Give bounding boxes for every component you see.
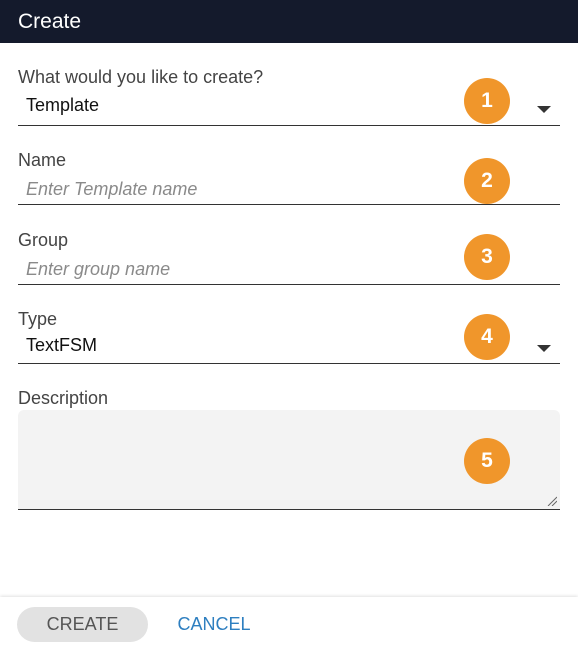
dialog-title: Create (18, 10, 82, 33)
create-type-underline (18, 125, 560, 126)
step-badge-3: 3 (464, 234, 510, 280)
chevron-down-icon[interactable] (537, 345, 551, 352)
group-input[interactable] (26, 256, 456, 282)
resize-grip-icon[interactable] (547, 496, 557, 506)
type-value: TextFSM (26, 335, 98, 355)
type-underline (18, 363, 560, 364)
name-label: Name (18, 150, 67, 170)
name-underline (18, 204, 560, 205)
description-label: Description (18, 388, 109, 408)
create-type-value: Template (26, 95, 100, 115)
create-button[interactable]: CREATE (17, 607, 148, 642)
chevron-down-icon[interactable] (537, 106, 551, 113)
dialog-footer: CREATE CANCEL (0, 597, 578, 650)
step-badge-2: 2 (464, 158, 510, 204)
step-badge-5: 5 (464, 438, 510, 484)
step-badge-4: 4 (464, 314, 510, 360)
cancel-button[interactable]: CANCEL (168, 607, 260, 642)
description-underline (18, 509, 560, 510)
group-underline (18, 284, 560, 285)
group-label: Group (18, 230, 69, 250)
dialog-title-bar: Create (0, 0, 578, 43)
type-label: Type (18, 309, 58, 329)
step-badge-1: 1 (464, 78, 510, 124)
create-type-label: What would you like to create? (18, 67, 264, 87)
name-input[interactable] (26, 176, 456, 202)
